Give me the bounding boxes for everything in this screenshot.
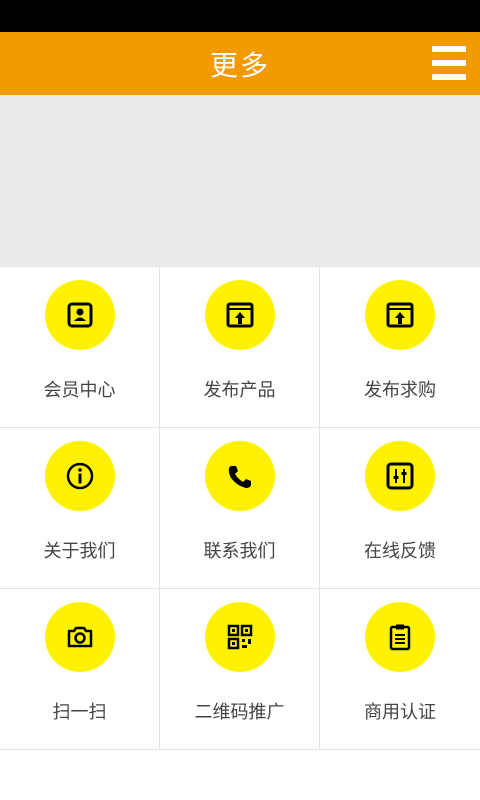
grid-item-label: 联系我们: [203, 541, 276, 562]
top-bar: 更多: [0, 32, 480, 95]
feedback-icon: [365, 441, 435, 511]
info-icon: [44, 441, 115, 511]
grid-item-scan[interactable]: 扫一扫: [0, 589, 160, 750]
grid-item-label: 商用认证: [364, 702, 436, 723]
grid-item-label: 发布产品: [203, 380, 276, 401]
page-title: 更多: [209, 48, 270, 82]
banner-placeholder: [0, 95, 480, 266]
grid-item-publish-product[interactable]: 发布产品: [160, 267, 320, 428]
grid-item-member-center[interactable]: 会员中心: [0, 267, 160, 428]
grid-item-label: 扫一扫: [52, 702, 107, 723]
grid-item-label: 发布求购: [364, 380, 436, 401]
menu-button[interactable]: [432, 46, 466, 80]
publish-product-icon: [204, 280, 275, 350]
grid-item-online-feedback[interactable]: 在线反馈: [320, 428, 480, 589]
menu-icon-line: [432, 74, 466, 80]
qrcode-icon: [204, 602, 275, 672]
feature-grid: 会员中心 发布产品 发布求购 关于我们 联系我们 在线反馈 扫一扫 二维码推广 …: [0, 266, 480, 750]
grid-item-contact-us[interactable]: 联系我们: [160, 428, 320, 589]
status-bar: [0, 0, 480, 32]
clipboard-icon: [365, 602, 435, 672]
grid-item-label: 关于我们: [43, 541, 116, 562]
grid-item-label: 二维码推广: [194, 702, 285, 723]
grid-item-business-cert[interactable]: 商用认证: [320, 589, 480, 750]
menu-icon-line: [432, 60, 466, 66]
menu-icon: [432, 46, 466, 52]
grid-item-about-us[interactable]: 关于我们: [0, 428, 160, 589]
grid-item-publish-request[interactable]: 发布求购: [320, 267, 480, 428]
grid-item-label: 会员中心: [43, 380, 116, 401]
member-icon: [44, 280, 115, 350]
phone-icon: [204, 441, 275, 511]
camera-icon: [44, 602, 115, 672]
grid-item-label: 在线反馈: [364, 541, 436, 562]
publish-request-icon: [365, 280, 435, 350]
grid-item-qrcode-promo[interactable]: 二维码推广: [160, 589, 320, 750]
